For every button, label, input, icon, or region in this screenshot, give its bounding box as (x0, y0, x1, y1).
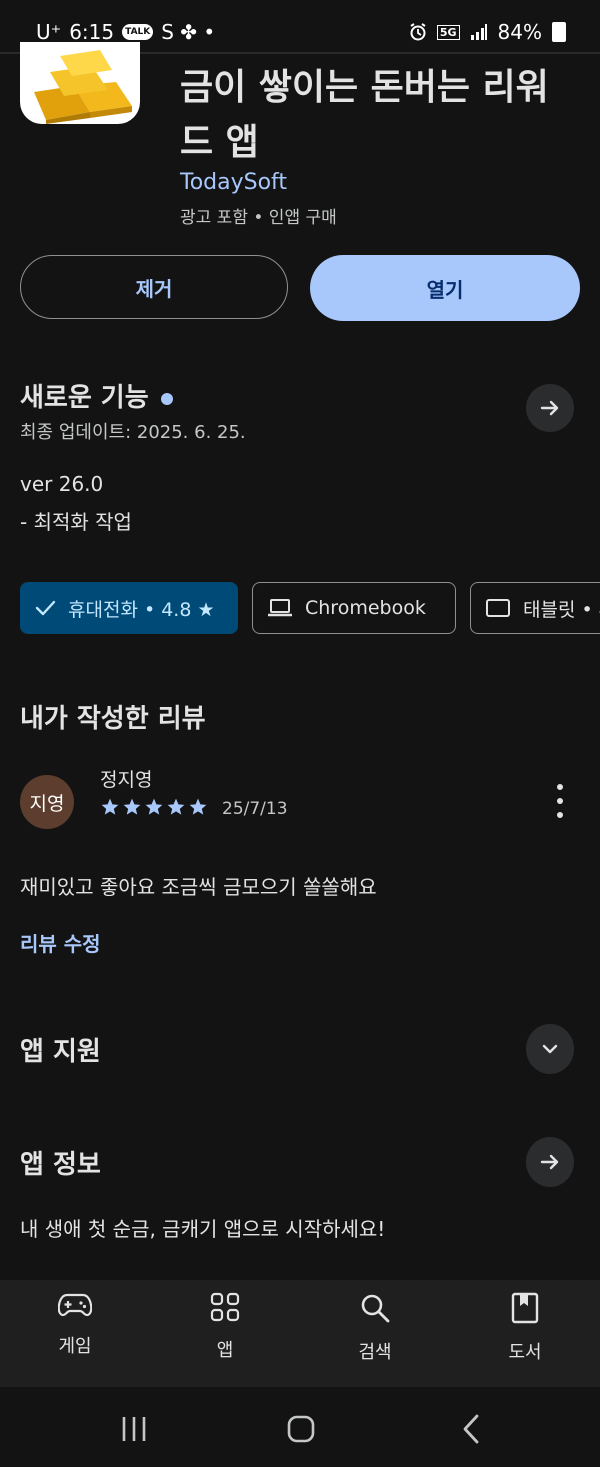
whats-new-title-text: 새로운 기능 (20, 383, 149, 413)
status-right: 5G 84% (409, 20, 566, 44)
open-button[interactable]: 열기 (310, 255, 580, 321)
check-icon (35, 600, 56, 616)
home-icon[interactable] (286, 1414, 316, 1444)
developer-link[interactable]: TodaySoft (180, 170, 287, 195)
star-rating (100, 797, 208, 817)
search-icon (361, 1294, 390, 1323)
nav-apps[interactable]: 앱 (165, 1292, 285, 1362)
apps-grid-icon (210, 1292, 240, 1322)
nav-apps-label: 앱 (216, 1340, 234, 1361)
chip-tablet[interactable]: 태블릿 • 4 (470, 582, 600, 634)
arrow-right-icon (540, 400, 559, 416)
release-notes: - 최적화 작업 (20, 510, 132, 534)
tablet-icon (486, 599, 510, 617)
system-navigation-bar (0, 1387, 600, 1467)
nav-games-label: 게임 (58, 1336, 92, 1357)
nav-search[interactable]: 검색 (315, 1292, 435, 1364)
app-description: 내 생애 첫 순금, 금캐기 앱으로 시작하세요! (20, 1217, 386, 1241)
star-icon (101, 798, 119, 815)
star-icon (167, 798, 185, 815)
nav-games[interactable]: 게임 (15, 1292, 135, 1358)
chip-phone[interactable]: 휴대전화 • 4.8 ★ (20, 582, 238, 634)
kakaotalk-icon: TALK (122, 24, 154, 40)
back-icon[interactable] (460, 1414, 482, 1444)
nav-books[interactable]: 도서 (465, 1292, 585, 1364)
app-info-arrow-button[interactable] (526, 1137, 574, 1187)
remove-button-label: 제거 (135, 276, 173, 301)
clock: 6:15 (69, 20, 115, 44)
whats-new-arrow-button[interactable] (526, 384, 574, 432)
app-meta: 광고 포함 • 인앱 구매 (180, 208, 337, 228)
arrow-right-icon (540, 1154, 559, 1170)
laptop-icon (268, 599, 292, 617)
review-text: 재미있고 좋아요 조금씩 금모으기 쏠쏠해요 (20, 875, 377, 899)
whats-new-title: 새로운 기능 (20, 377, 173, 414)
reviewer-name: 정지영 (100, 769, 153, 791)
battery-icon (552, 22, 566, 42)
version-text: ver 26.0 (20, 472, 104, 496)
gamepad-icon (58, 1293, 92, 1317)
new-indicator-dot (160, 392, 173, 405)
avatar: 지영 (20, 775, 74, 829)
book-icon (511, 1292, 539, 1324)
app-title: 금이 쌓이는 돈버는 리워드 앱 (180, 67, 549, 163)
app-support-expand-button[interactable] (526, 1024, 574, 1074)
chevron-down-icon (542, 1044, 558, 1054)
star-icon (123, 798, 141, 815)
gold-bars-icon (34, 50, 132, 124)
recent-apps-icon[interactable] (120, 1415, 148, 1443)
chip-phone-label: 휴대전화 • 4.8 ★ (68, 598, 215, 621)
notification-icons: S ✤ • (161, 20, 216, 44)
chip-chromebook[interactable]: Chromebook (252, 582, 456, 634)
star-icon (145, 798, 163, 815)
star-icon (189, 798, 207, 815)
review-date: 25/7/13 (222, 799, 288, 819)
app-icon (20, 42, 140, 124)
app-info-title: 앱 정보 (20, 1150, 101, 1180)
nav-books-label: 도서 (508, 1342, 542, 1363)
network-type: 5G (436, 24, 460, 40)
app-support-title: 앱 지원 (20, 1037, 101, 1067)
nav-search-label: 검색 (358, 1342, 392, 1363)
alarm-icon (410, 23, 426, 41)
signal-icon (470, 24, 487, 40)
open-button-label: 열기 (426, 277, 464, 302)
status-left: U⁺ 6:15 TALK S ✤ • (36, 20, 215, 44)
my-review-title: 내가 작성한 리뷰 (20, 704, 206, 734)
edit-review-link[interactable]: 리뷰 수정 (20, 928, 101, 957)
chip-tablet-label: 태블릿 • 4 (523, 598, 600, 621)
remove-button[interactable]: 제거 (20, 255, 288, 319)
battery-percent: 84% (497, 20, 542, 44)
chip-chromebook-label: Chromebook (305, 597, 426, 619)
last-updated: 최종 업데이트: 2025. 6. 25. (20, 422, 246, 443)
more-options-icon[interactable] (548, 784, 572, 818)
carrier-label: U⁺ (36, 20, 62, 44)
